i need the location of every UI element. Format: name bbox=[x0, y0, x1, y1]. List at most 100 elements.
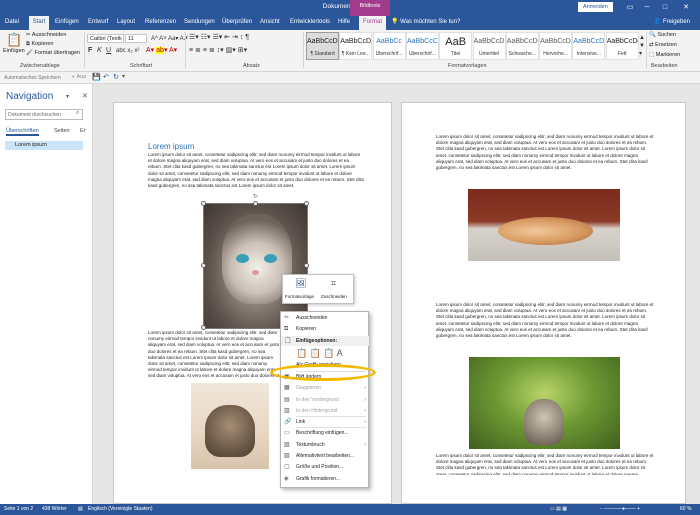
word-count[interactable]: 438 Wörter bbox=[42, 504, 67, 515]
style-5[interactable]: AaB Titel bbox=[439, 32, 473, 60]
grow-font-icon[interactable]: A^ A˅ Aa▾ A✗ bbox=[151, 35, 189, 43]
context-menu-item[interactable]: ▨ Alternativtext bearbeiten... bbox=[281, 451, 369, 461]
nav-tab-pages[interactable]: Seiten bbox=[54, 128, 70, 134]
tab-design[interactable]: Entwurf bbox=[87, 16, 109, 30]
context-menu-item[interactable]: ◈ Grafik formatieren... bbox=[281, 474, 369, 484]
font-name-combo[interactable]: Calibri (Textk ▾ bbox=[87, 34, 124, 43]
tab-mailings[interactable]: Sendungen bbox=[183, 16, 216, 30]
tab-file[interactable]: Datei bbox=[4, 16, 20, 30]
format-painter-button[interactable]: 🖌 Format übertragen bbox=[26, 50, 80, 56]
undo-icon[interactable]: ↶ bbox=[103, 73, 109, 81]
paste-icon[interactable]: 📋 bbox=[6, 33, 22, 47]
style-4[interactable]: AaBbCcC Überschrif... bbox=[405, 32, 439, 60]
context-menu-item[interactable]: 🔗 Link › bbox=[281, 417, 369, 427]
style-button-label[interactable]: Formatvorlage bbox=[285, 294, 314, 299]
paste-button-label[interactable]: Einfügen bbox=[3, 48, 25, 54]
orange-kitten-photo[interactable] bbox=[468, 189, 620, 261]
signin-button[interactable]: Anmelden bbox=[578, 2, 613, 12]
style-10[interactable]: AaBbCcDc Fett bbox=[605, 32, 639, 60]
autosave-toggle[interactable]: ◐ Aus bbox=[72, 74, 86, 80]
font-color-icon[interactable]: A▾ ab▾ A▾ bbox=[146, 47, 177, 55]
copy-button[interactable]: ⧉ Kopieren bbox=[26, 41, 54, 48]
tab-references[interactable]: Referenzen bbox=[144, 16, 177, 30]
tab-help[interactable]: Hilfe bbox=[337, 16, 351, 30]
crop-button-label[interactable]: Zuschneiden bbox=[321, 294, 347, 299]
bullets-icon[interactable]: ☰▾ ☷▾ ☰▾ ⇤ ⇥ ↕ ¶ bbox=[189, 34, 249, 42]
context-menu-item: ▦ Gruppieren › bbox=[281, 383, 369, 393]
cut-button[interactable]: ✂ Ausschneiden bbox=[26, 32, 66, 38]
paragraph-2[interactable]: Lorem ipsum dolor sit amet, consetetur s… bbox=[148, 330, 280, 380]
nav-close-icon[interactable]: ✕ bbox=[82, 92, 88, 100]
style-9[interactable]: AaBbCcDc Intensive... bbox=[572, 32, 606, 60]
font-size-combo[interactable]: 11 bbox=[125, 34, 147, 43]
style-2[interactable]: AaBbCcDc ¶ Kein Lee... bbox=[339, 32, 373, 60]
tab-layout[interactable]: Layout bbox=[116, 16, 136, 30]
tab-format[interactable]: Format bbox=[359, 16, 386, 30]
underline-icon[interactable]: U bbox=[106, 47, 111, 55]
page2-paragraph-2[interactable]: Lorem ipsum dolor sit amet, consetetur s… bbox=[436, 302, 654, 349]
ribbon-display-options-icon[interactable]: ▭ bbox=[624, 2, 636, 13]
minimize-button[interactable]: ─ bbox=[641, 2, 653, 13]
gallery-scroll-icon[interactable]: ▲ ▼ ▾ bbox=[639, 34, 645, 58]
strikethrough-icon[interactable]: abc x₂ x² bbox=[116, 47, 139, 55]
context-menu-item[interactable]: 📋 Einfügeoptionen: bbox=[281, 335, 369, 346]
resize-handle[interactable] bbox=[201, 201, 206, 206]
resize-handle[interactable] bbox=[253, 201, 258, 206]
document-heading[interactable]: Lorem ipsum bbox=[148, 142, 194, 151]
replace-button[interactable]: ⇄ Ersetzen bbox=[649, 42, 677, 48]
find-button[interactable]: 🔍 Suchen bbox=[649, 32, 676, 38]
nav-search-input[interactable]: Dokument durchsuchen bbox=[5, 109, 83, 120]
context-menu-item[interactable]: ✂ Ausschneiden bbox=[281, 313, 369, 323]
page2-paragraph-1[interactable]: Lorem ipsum dolor sit amet, consetetur s… bbox=[436, 134, 654, 181]
tab-developer[interactable]: Entwicklertools bbox=[289, 16, 331, 30]
search-icon[interactable]: ⌕ bbox=[76, 110, 79, 117]
style-8[interactable]: AaBbCcDc Hervorhe... bbox=[539, 32, 573, 60]
tab-review[interactable]: Überprüfen bbox=[221, 16, 253, 30]
paste-options-row[interactable]: 📋 📋 📋 A bbox=[296, 348, 343, 359]
tab-start[interactable]: Start bbox=[29, 16, 49, 30]
menu-item-label: Textumbruch bbox=[296, 441, 325, 448]
style-7[interactable]: AaBbCcDc Schwache... bbox=[505, 32, 539, 60]
rotate-handle-icon[interactable]: ↻ bbox=[253, 193, 258, 200]
tab-view[interactable]: Ansicht bbox=[259, 16, 281, 30]
proofing-icon[interactable]: ▤ bbox=[78, 504, 83, 515]
nav-options-icon[interactable]: ▾ bbox=[66, 93, 69, 100]
resize-handle[interactable] bbox=[304, 201, 309, 206]
save-icon[interactable]: 💾 bbox=[92, 73, 101, 81]
resize-handle[interactable] bbox=[304, 263, 309, 268]
paragraph-1[interactable]: Lorem ipsum dolor sit amet, consetetur s… bbox=[148, 152, 364, 199]
language-indicator[interactable]: Englisch (Vereinigte Staaten) bbox=[88, 504, 152, 515]
customize-qat-icon[interactable]: ▾ bbox=[122, 73, 125, 80]
page-count[interactable]: Seite 1 von 2 bbox=[4, 504, 33, 515]
page2-paragraph-3[interactable]: Lorem ipsum dolor sit amet, consetetur s… bbox=[436, 453, 654, 475]
cat-photo-page1[interactable] bbox=[191, 383, 269, 469]
nav-tab-headings[interactable]: Überschriften bbox=[6, 128, 39, 136]
nav-heading-item[interactable]: Lorem ipsum bbox=[5, 141, 83, 150]
tell-me-search[interactable]: 💡 Was möchten Sie tun? bbox=[391, 16, 460, 30]
nav-tab-results[interactable]: Er bbox=[80, 128, 86, 134]
context-menu-item[interactable]: ⧉ Kopieren bbox=[281, 324, 369, 334]
view-mode-icons[interactable]: ▭ ▤ ▦ bbox=[550, 504, 567, 515]
style-6[interactable]: AaBbCcD Untertitel bbox=[472, 32, 506, 60]
maximize-button[interactable]: □ bbox=[659, 2, 671, 13]
resize-handle[interactable] bbox=[201, 263, 206, 268]
picture-style-icon[interactable]: 🖼 bbox=[295, 278, 306, 289]
zoom-level[interactable]: 60 % bbox=[680, 504, 691, 515]
style-1[interactable]: AaBbCcDc ¶ Standard bbox=[306, 32, 339, 60]
context-menu-item[interactable]: ▧ Textumbruch › bbox=[281, 440, 369, 450]
align-left-icon[interactable]: ≡ ≣ ≡ ≣ ↕▾ ▨▾ ⊞▾ bbox=[189, 47, 247, 55]
context-menu-item[interactable]: ▢ Größe und Position... bbox=[281, 462, 369, 472]
italic-icon[interactable]: K bbox=[97, 47, 102, 55]
select-button[interactable]: ⬚ Markieren bbox=[649, 52, 680, 58]
zoom-slider[interactable]: − ─────●─── + bbox=[600, 504, 640, 515]
tab-insert[interactable]: Einfügen bbox=[54, 16, 80, 30]
context-menu-item[interactable]: ▭ Beschriftung einfügen... bbox=[281, 428, 369, 438]
kitten-grass-photo[interactable] bbox=[469, 357, 620, 449]
redo-icon[interactable]: ↻ bbox=[113, 73, 119, 81]
bold-icon[interactable]: F bbox=[88, 47, 92, 55]
share-button[interactable]: 👤 Freigeben bbox=[654, 16, 690, 29]
style-3[interactable]: AaBbCc Überschrif... bbox=[372, 32, 406, 60]
close-button[interactable]: ✕ bbox=[680, 2, 692, 13]
crop-icon[interactable]: ⌗ bbox=[331, 278, 336, 289]
kitten-photo-selected[interactable] bbox=[203, 203, 308, 329]
